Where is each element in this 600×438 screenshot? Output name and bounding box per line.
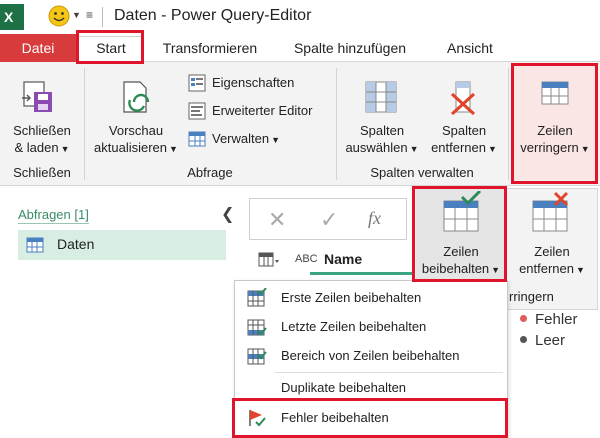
close-load-line2: & laden — [14, 140, 59, 155]
menu-item-keep-range-of-rows[interactable]: Bereich von Zeilen beibehalten — [235, 341, 507, 371]
advanced-editor-icon — [188, 102, 206, 120]
tab-spalte-hinzufuegen[interactable]: Spalte hinzufügen — [282, 38, 418, 62]
remove-columns-line1: Spalten — [441, 123, 487, 138]
remove-rows-line2: entfernen — [519, 261, 574, 276]
manage-icon — [188, 130, 206, 148]
column-type-icon[interactable]: ABC — [295, 253, 318, 265]
formula-bar-controls: ✕ ✓ fx — [249, 198, 407, 240]
tab-datei[interactable]: Datei — [0, 34, 76, 62]
properties-label: Eigenschaften — [212, 75, 295, 90]
choose-columns-icon — [364, 80, 398, 116]
menu-item-label: Bereich von Zeilen beibehalten — [281, 348, 460, 363]
column-quality-bar — [310, 272, 420, 275]
ribbon: Schließen & laden ▼ Schließen Vorschau ak… — [0, 62, 600, 186]
remove-rows-button[interactable]: Zeilen entfernen ▼ — [509, 189, 595, 281]
group-label-reduce-rows-fragment: rringern — [509, 289, 554, 304]
fx-icon[interactable]: fx — [368, 208, 381, 229]
queries-pane — [0, 187, 240, 438]
query-item-daten[interactable]: Daten — [18, 230, 226, 260]
highlight-keep-rows — [412, 186, 507, 282]
highlight-keep-errors — [232, 398, 508, 438]
refresh-icon — [120, 80, 154, 116]
menu-item-keep-top-rows[interactable]: Erste Zeilen beibehalten — [235, 283, 507, 313]
group-label-manage-columns: Spalten verwalten — [370, 165, 474, 180]
properties-icon — [188, 74, 206, 92]
legend-empty-label: Leer — [535, 332, 566, 349]
refresh-line2-wrap: aktualisieren ▼ — [90, 139, 182, 158]
ribbon-separator — [508, 68, 509, 180]
choose-columns-line2: auswählen — [345, 140, 408, 155]
remove-rows-line2-wrap: entfernen ▼ — [509, 260, 595, 279]
group-label-query: Abfrage — [187, 165, 233, 180]
legend-empty: Leer — [520, 332, 565, 349]
remove-columns-line2-wrap: entfernen ▼ — [424, 139, 504, 158]
error-dot-icon — [520, 314, 527, 322]
close-load-icon — [20, 80, 54, 116]
keep-range-rows-icon — [247, 346, 267, 366]
menu-item-label: Erste Zeilen beibehalten — [281, 290, 422, 305]
queries-pane-header: Abfragen [1] — [18, 207, 89, 224]
title-separator — [102, 7, 103, 27]
smiley-icon[interactable] — [48, 5, 70, 27]
keep-bottom-rows-icon — [247, 317, 267, 337]
collapse-pane-icon[interactable]: ❮ — [221, 204, 234, 224]
refresh-line2: aktualisieren — [94, 140, 168, 155]
remove-rows-icon — [531, 191, 571, 233]
menu-item-label: Duplikate beibehalten — [281, 380, 407, 395]
quick-access-customize-icon[interactable]: ≡ — [86, 8, 93, 22]
advanced-editor-label: Erweiterter Editor — [212, 103, 313, 118]
tab-transformieren[interactable]: Transformieren — [150, 38, 270, 62]
table-menu-icon[interactable] — [258, 252, 280, 268]
highlight-reduce-rows — [511, 63, 598, 184]
svg-text:X: X — [4, 9, 14, 25]
remove-rows-line1: Zeilen — [534, 244, 570, 259]
remove-columns-line2: entfernen — [431, 140, 486, 155]
remove-columns-caret-icon: ▼ — [488, 144, 497, 154]
choose-columns-button[interactable]: Spalten auswählen ▼ — [340, 76, 424, 158]
table-icon — [26, 237, 44, 253]
group-label-close: Schließen — [13, 165, 71, 180]
manage-label: Verwalten — [212, 131, 270, 146]
ribbon-separator — [84, 68, 85, 180]
menu-item-keep-bottom-rows[interactable]: Letzte Zeilen beibehalten — [235, 312, 507, 342]
title-bar: X ▼ ≡ Daten - Power Query-Editor — [0, 0, 600, 34]
highlight-start-tab — [76, 30, 144, 64]
window-title: Daten - Power Query-Editor — [114, 7, 312, 24]
smiley-dropdown-icon[interactable]: ▼ — [72, 10, 81, 20]
keep-top-rows-icon — [247, 288, 267, 308]
query-item-label: Daten — [57, 236, 95, 252]
choose-columns-caret-icon: ▼ — [409, 144, 419, 154]
close-load-line2-wrap: & laden ▼ — [6, 139, 78, 158]
remove-columns-button[interactable]: Spalten entfernen ▼ — [424, 76, 504, 158]
tab-ansicht[interactable]: Ansicht — [432, 38, 508, 62]
choose-columns-line1: Spalten — [359, 123, 405, 138]
refresh-caret-icon: ▼ — [169, 144, 178, 154]
cancel-formula-icon[interactable]: ✕ — [268, 207, 286, 233]
confirm-formula-icon[interactable]: ✓ — [320, 207, 338, 233]
refresh-line1: Vorschau — [108, 123, 164, 138]
ribbon-separator — [336, 68, 337, 180]
manage-caret-icon: ▼ — [271, 135, 281, 145]
close-load-button[interactable]: Schließen & laden ▼ — [6, 76, 78, 158]
excel-logo-icon: X — [0, 4, 24, 30]
manage-label-wrap: Verwalten ▼ — [212, 131, 280, 146]
close-load-line1: Schließen — [13, 123, 71, 138]
legend-error: Fehler — [520, 311, 578, 328]
menu-item-label: Letzte Zeilen beibehalten — [281, 319, 427, 334]
choose-columns-line2-wrap: auswählen ▼ — [340, 139, 424, 158]
column-name[interactable]: Name — [324, 251, 362, 267]
remove-rows-caret-icon: ▼ — [576, 265, 585, 275]
refresh-preview-button[interactable]: Vorschau aktualisieren ▼ — [90, 76, 182, 158]
close-load-caret-icon: ▼ — [60, 144, 70, 154]
legend-error-label: Fehler — [535, 311, 578, 328]
remove-columns-icon — [446, 80, 480, 116]
empty-dot-icon — [520, 335, 527, 343]
